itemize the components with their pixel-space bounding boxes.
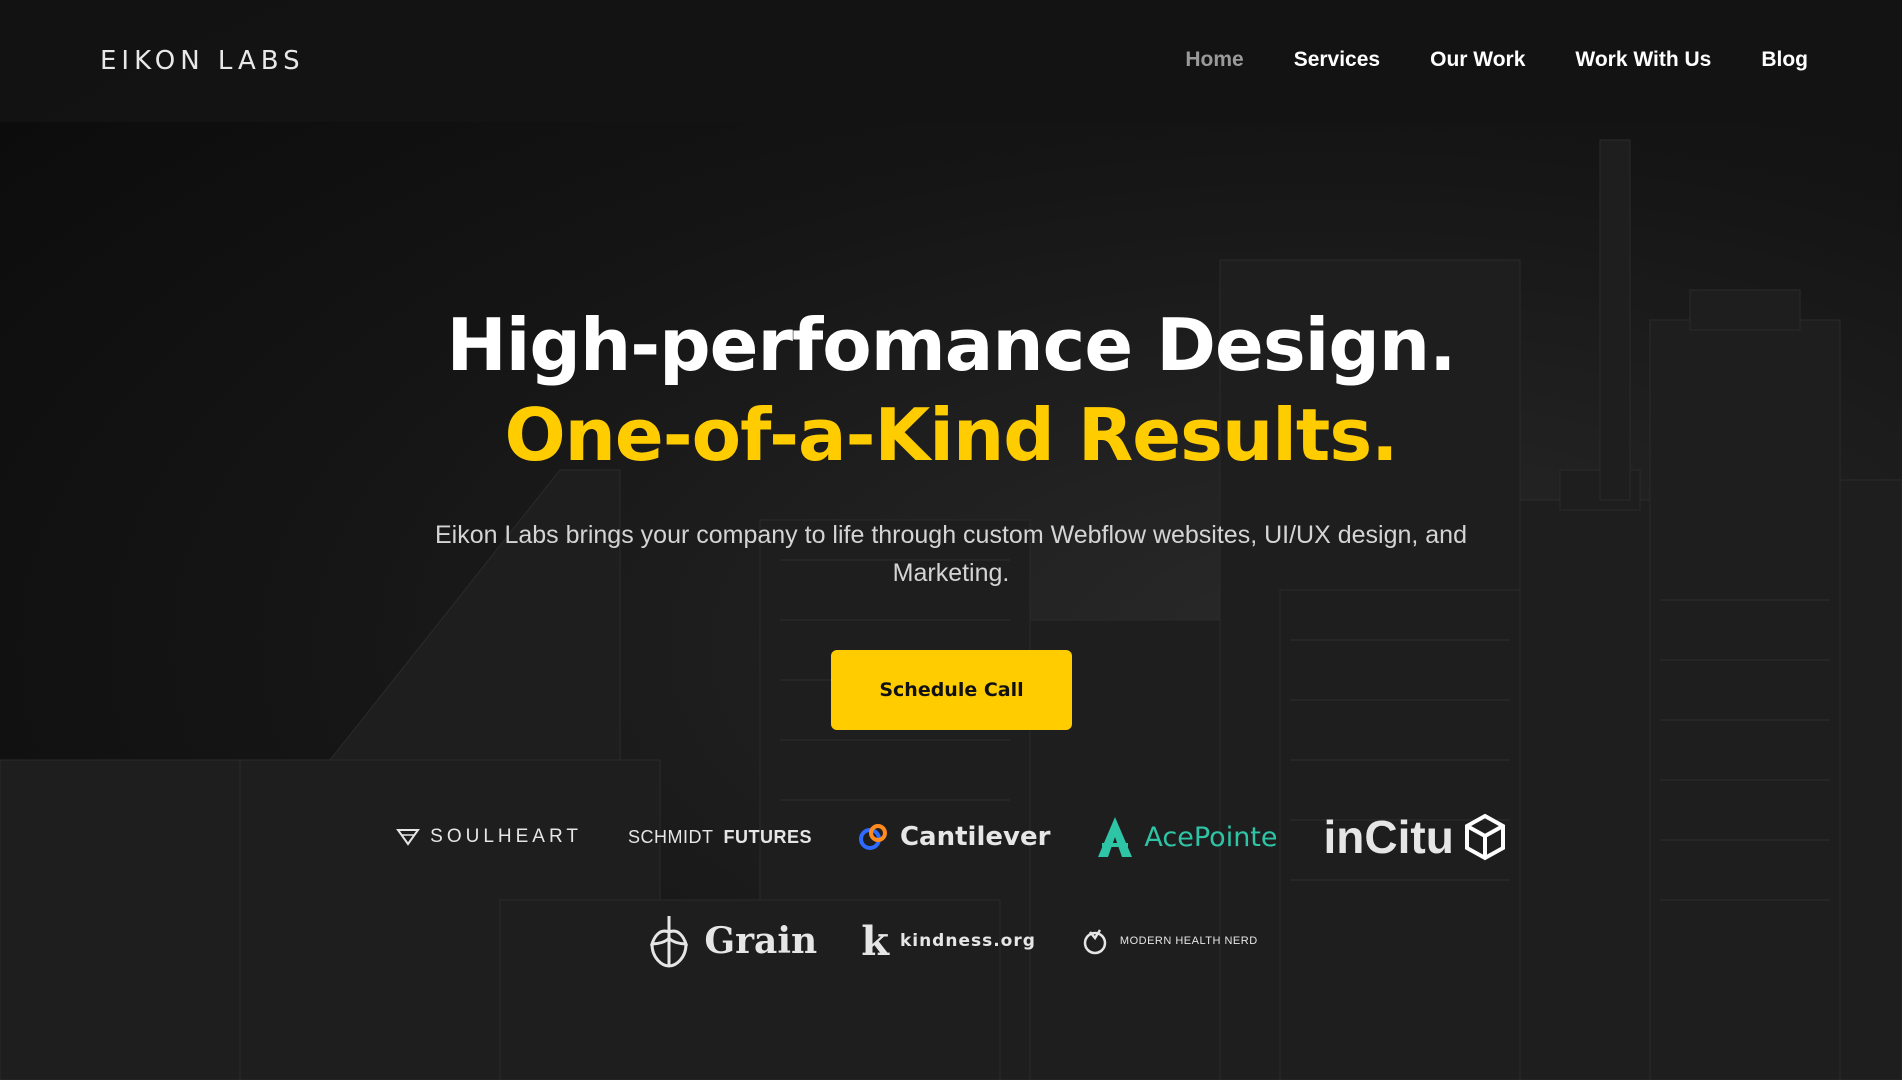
client-logo-cantilever: Cantilever — [858, 821, 1050, 853]
futures-label: FUTURES — [723, 826, 812, 847]
modern-health-nerd-icon — [1083, 929, 1107, 955]
client-logo-modern-health-nerd: MODERN HEALTH NERD — [1080, 926, 1258, 956]
incitu-cube-icon — [1464, 813, 1505, 861]
cantilever-label: Cantilever — [899, 822, 1051, 852]
site-header: EIKON LABS Home Services Our Work Work W… — [0, 0, 1902, 122]
eikon-labs-logo[interactable]: EIKON LABS — [100, 46, 305, 76]
client-logo-grain: Grain — [644, 912, 817, 970]
nav-services[interactable]: Services — [1294, 48, 1380, 72]
client-logo-acepointe: AcePointe — [1096, 815, 1278, 859]
soulheart-label: SOULHEART — [430, 826, 582, 847]
kindness-label: kindness.org — [899, 931, 1036, 951]
nav-our-work[interactable]: Our Work — [1430, 48, 1525, 72]
client-logos-row-2: Grain k kindness.org MODERN HEALTH NERD — [0, 912, 1902, 970]
schedule-call-button[interactable]: Schedule Call — [831, 650, 1072, 730]
grain-label: Grain — [704, 920, 818, 962]
hero-section: High-perfomance Design. One-of-a-Kind Re… — [0, 300, 1902, 592]
grain-wheat-icon — [650, 916, 689, 968]
soulheart-mark-icon — [396, 829, 421, 846]
acepointe-mark-icon — [1098, 817, 1133, 857]
kindness-k-mark: k — [861, 917, 890, 965]
hero-subtitle: Eikon Labs brings your company to life t… — [434, 521, 1467, 587]
cantilever-mark-icon — [858, 824, 887, 850]
client-logo-incitu: inCitu — [1324, 810, 1506, 864]
acepointe-label: AcePointe — [1144, 821, 1278, 853]
client-logos-row-1: SOULHEART SCHMIDT FUTURES Cantilever Ace… — [0, 810, 1902, 864]
client-logo-kindness: k kindness.org — [861, 918, 1036, 965]
hero-title-line1: High-perfomance Design. — [446, 303, 1456, 387]
schmidt-label: SCHMIDT — [627, 826, 714, 847]
nav-home[interactable]: Home — [1185, 48, 1243, 72]
hero-title-line2: One-of-a-Kind Results. — [504, 393, 1398, 477]
mhn-label: MODERN HEALTH NERD — [1119, 935, 1258, 947]
nav-work-with-us[interactable]: Work With Us — [1575, 48, 1711, 72]
incitu-label: inCitu — [1323, 811, 1454, 863]
client-logo-soulheart: SOULHEART — [396, 826, 582, 848]
client-logo-schmidt-futures: SCHMIDT FUTURES — [628, 827, 812, 848]
nav-blog[interactable]: Blog — [1761, 48, 1808, 72]
main-nav: Home Services Our Work Work With Us Blog — [1185, 48, 1808, 72]
